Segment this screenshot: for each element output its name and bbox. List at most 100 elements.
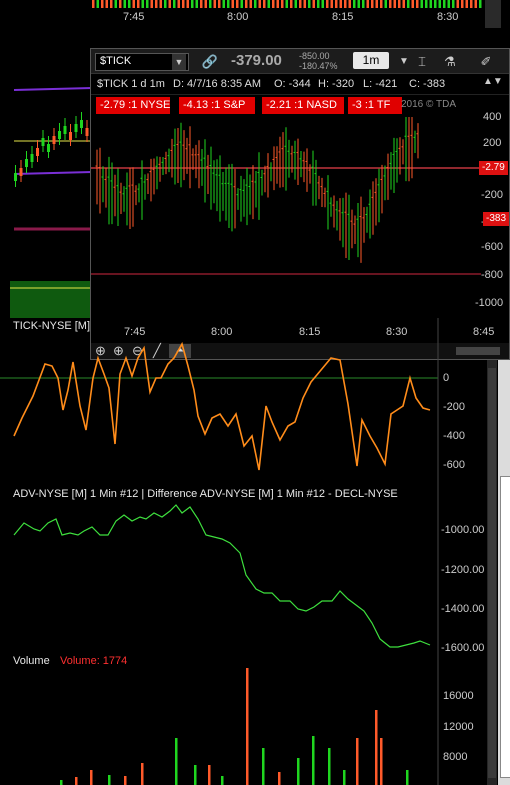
strip-marker xyxy=(123,0,126,8)
strip-marker xyxy=(101,0,104,8)
strip-marker xyxy=(384,0,387,8)
bg-candle xyxy=(19,168,23,176)
bg-candle xyxy=(85,128,89,136)
popup-toolbar: $TICK ▼ 🔗 -379.00 -850.00 -180.47% 1m ▼ … xyxy=(91,49,509,74)
strip-marker xyxy=(258,0,261,8)
timeframe-button[interactable]: 1m xyxy=(353,52,389,69)
volume-bar xyxy=(108,775,111,785)
strip-marker xyxy=(330,0,333,8)
tick-line-svg xyxy=(0,318,439,483)
strip-marker xyxy=(249,0,252,8)
adv-nyse-panel[interactable]: ADV-NYSE [M] 1 Min #12 | Difference ADV-… xyxy=(0,483,490,654)
chevron-down-icon[interactable]: ▼ xyxy=(172,54,186,70)
strip-marker xyxy=(438,0,441,8)
tick-nyse-panel[interactable]: TICK-NYSE [M] 0 -200 -400 -600 xyxy=(0,318,486,483)
strip-marker xyxy=(308,0,311,8)
strip-marker xyxy=(416,0,419,8)
strip-marker xyxy=(173,0,176,8)
strip-marker xyxy=(92,0,95,8)
strip-marker xyxy=(420,0,423,8)
strip-marker xyxy=(380,0,383,8)
popup-chart-area[interactable]: 400 200 -200 -400 -600 -800 -1000 -2.79 … xyxy=(91,111,510,327)
strip-marker xyxy=(353,0,356,8)
volume-bar xyxy=(221,776,224,785)
volume-bar xyxy=(124,776,127,785)
side-panel-box xyxy=(500,476,510,778)
volume-bar xyxy=(356,738,359,785)
top-scrollbar-track[interactable] xyxy=(485,0,501,28)
y-tick: 200 xyxy=(483,137,502,149)
y-tick: -600 xyxy=(481,241,504,253)
info-symbol: $TICK 1 d 1m xyxy=(97,78,165,90)
strip-marker xyxy=(105,0,108,8)
volume-bar xyxy=(312,736,315,785)
strip-marker xyxy=(191,0,194,8)
volume-bar xyxy=(208,765,211,785)
link-icon[interactable]: 🔗 xyxy=(201,53,219,71)
scrollbar-thumb[interactable] xyxy=(488,368,496,778)
strip-marker xyxy=(141,0,144,8)
study-icon[interactable]: ⌶ xyxy=(413,53,431,71)
strip-marker xyxy=(267,0,270,8)
price-tag-close: -383 xyxy=(483,212,510,226)
drawing-tools-icon[interactable]: ✐ xyxy=(477,53,495,71)
strip-marker xyxy=(393,0,396,8)
volume-panel[interactable]: Volume Volume: 1774 16000 12000 8000 xyxy=(0,650,490,785)
strip-marker xyxy=(231,0,234,8)
info-open: O: -344 xyxy=(274,78,311,90)
strip-marker xyxy=(128,0,131,8)
popup-chart-svg xyxy=(91,117,481,275)
price-change-bottom: -180.47% xyxy=(299,61,338,71)
adv-y-tick: -1000.00 xyxy=(441,524,485,536)
adv-line-svg xyxy=(13,483,439,650)
strip-marker xyxy=(303,0,306,8)
volume-bar xyxy=(75,777,78,785)
chevron-down-icon[interactable]: ▼ xyxy=(395,53,413,71)
info-close-icon[interactable]: ▲▼ xyxy=(483,76,503,90)
strip-marker xyxy=(137,0,140,8)
strip-marker xyxy=(434,0,437,8)
info-low: L: -421 xyxy=(363,78,398,90)
volume-bar xyxy=(90,770,93,785)
tick-y-tick: -400 xyxy=(443,430,466,442)
badge-nasd: -2.21 :1 NASD xyxy=(262,97,344,114)
strip-marker xyxy=(209,0,212,8)
volume-bar xyxy=(406,770,409,785)
strip-marker xyxy=(132,0,135,8)
strip-marker xyxy=(245,0,248,8)
strip-marker xyxy=(177,0,180,8)
strip-marker xyxy=(236,0,239,8)
bg-candle xyxy=(69,132,72,140)
flask-icon[interactable]: ⚗ xyxy=(441,53,459,71)
bg-candle xyxy=(30,154,34,162)
tick-y-tick: -600 xyxy=(443,459,466,471)
top-strip-markers xyxy=(92,0,482,8)
strip-marker xyxy=(263,0,266,8)
strip-marker xyxy=(119,0,122,8)
strip-marker xyxy=(195,0,198,8)
background-price-chart[interactable] xyxy=(0,28,93,318)
strip-marker xyxy=(411,0,414,8)
adv-nyse-line xyxy=(13,504,431,648)
bg-candle xyxy=(80,120,83,128)
strip-marker xyxy=(447,0,450,8)
timeframe-label: 1m xyxy=(362,53,380,67)
strip-marker xyxy=(425,0,428,8)
volume-bars-svg xyxy=(60,650,439,785)
strip-marker xyxy=(114,0,117,8)
strip-marker xyxy=(159,0,162,8)
price-tag-ratio: -2.79 xyxy=(479,161,508,175)
info-close: C: -383 xyxy=(409,78,446,90)
bg-candle xyxy=(52,136,56,144)
tick-chart-popup[interactable]: $TICK ▼ 🔗 -379.00 -850.00 -180.47% 1m ▼ … xyxy=(90,48,510,360)
strip-marker xyxy=(150,0,153,8)
strip-marker xyxy=(227,0,230,8)
strip-marker xyxy=(344,0,347,8)
strip-marker xyxy=(362,0,365,8)
right-scrollbar[interactable] xyxy=(487,360,497,785)
volume-bar xyxy=(328,748,331,785)
volume-bar xyxy=(297,758,300,785)
bg-candle xyxy=(58,131,61,139)
symbol-selector[interactable]: $TICK ▼ xyxy=(95,53,189,71)
strip-marker xyxy=(456,0,459,8)
